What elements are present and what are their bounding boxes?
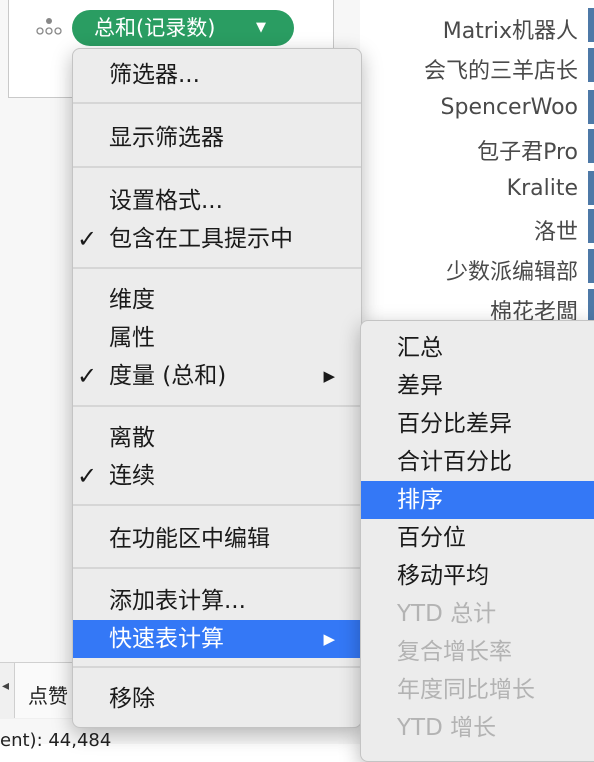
submenu-item-percentile[interactable]: 百分位 [361,519,594,557]
submenu-arrow-icon: ▶ [323,367,335,385]
list-item[interactable]: Kralite [360,171,594,209]
list-item[interactable]: 包子君Pro [360,129,594,167]
measure-pill-label: 总和(记录数) [94,16,216,40]
bar-mark [588,171,594,205]
menu-separator [73,504,361,506]
menu-item-discrete[interactable]: 离散 [73,419,361,457]
menu-item-continuous[interactable]: ✓ 连续 [73,457,361,495]
menu-item-measure-sum[interactable]: ✓ 度量 (总和) ▶ [73,357,361,395]
scroll-left-icon[interactable]: ◂ [2,678,9,694]
submenu-item-percent-difference[interactable]: 百分比差异 [361,405,594,443]
submenu-item-yoy-growth: 年度同比增长 [397,677,535,703]
list-item[interactable]: SpencerWoo [360,90,594,128]
menu-separator [73,666,361,668]
bar-mark [588,209,594,243]
menu-separator [73,166,361,168]
submenu-item-running-total[interactable]: 汇总 [361,329,594,367]
list-item[interactable]: Matrix机器人 [360,8,594,46]
menu-item-edit-in-shelf[interactable]: 在功能区中编辑 [73,520,361,558]
bar-mark [588,129,594,163]
menu-separator [73,405,361,407]
menu-item-attribute[interactable]: 属性 [73,319,361,357]
menu-item-filter[interactable]: 筛选器... [73,56,361,94]
marks-detail-icon[interactable] [34,16,64,38]
list-item[interactable]: 会飞的三羊店长 [360,48,594,86]
bar-mark [588,289,594,323]
menu-item-remove[interactable]: 移除 [73,680,361,718]
menu-item-dimension[interactable]: 维度 [73,281,361,319]
submenu-item-cagr: 复合增长率 [397,639,512,665]
submenu-item-moving-average[interactable]: 移动平均 [361,557,594,595]
sheet-tab-label: 点赞 [28,684,68,708]
checkmark-icon: ✓ [77,225,98,253]
menu-item-show-filter[interactable]: 显示筛选器 [73,119,361,157]
chevron-down-icon[interactable]: ▼ [256,10,266,46]
bar-mark [588,249,594,283]
submenu-item-ytd-growth: YTD 增长 [397,715,497,741]
menu-item-quick-table-calc[interactable]: 快速表计算 ▶ [73,620,361,658]
list-item[interactable]: 少数派编辑部 [360,249,594,287]
bar-mark [588,8,594,42]
quick-table-calc-submenu: 汇总 差异 百分比差异 合计百分比 排序 百分位 移动平均 YTD 总计 复合增… [360,320,594,762]
status-bar-text: ent): 44,484 [0,730,112,751]
submenu-item-ytd-total: YTD 总计 [397,601,497,627]
measure-pill[interactable]: 总和(记录数) ▼ [72,10,294,46]
menu-separator [73,102,361,104]
bar-mark [588,90,594,124]
menu-item-format[interactable]: 设置格式... [73,182,361,220]
checkmark-icon: ✓ [77,362,98,390]
menu-separator [73,267,361,269]
menu-item-add-table-calc[interactable]: 添加表计算... [73,582,361,620]
checkmark-icon: ✓ [77,462,98,490]
context-menu: 筛选器... 显示筛选器 设置格式... ✓ 包含在工具提示中 维度 属性 ✓ 度量… [72,48,362,728]
list-item[interactable]: 洛世 [360,209,594,247]
submenu-arrow-icon: ▶ [323,630,335,648]
submenu-item-percent-of-total[interactable]: 合计百分比 [361,443,594,481]
menu-separator [73,567,361,569]
bar-mark [588,48,594,82]
submenu-item-difference[interactable]: 差异 [361,367,594,405]
submenu-item-rank[interactable]: 排序 [361,481,594,519]
menu-item-include-in-tooltip[interactable]: ✓ 包含在工具提示中 [73,220,361,258]
